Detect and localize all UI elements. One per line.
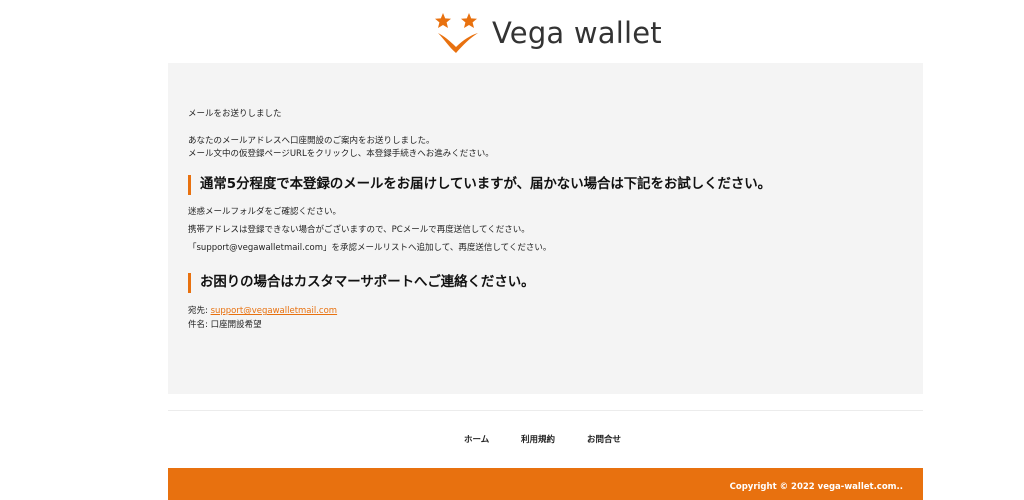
header: Vega wallet [0, 0, 1024, 62]
footer-link-terms[interactable]: 利用規約 [521, 433, 555, 445]
footer-link-home[interactable]: ホーム [464, 433, 489, 445]
brand-logo[interactable]: Vega wallet [432, 8, 662, 58]
heading-support: お困りの場合はカスタマーサポートへご連絡ください。 [188, 273, 535, 293]
footer-nav: ホーム 利用規約 お問合せ [0, 433, 1024, 447]
copyright-text: Copyright © 2022 vega-wallet.com.. [729, 482, 903, 492]
intro-line-2: メール文中の仮登録ページURLをクリックし、本登録手続きへお進みください。 [188, 149, 494, 159]
support-to-line: 宛先: support@vegawalletmail.com [188, 305, 337, 318]
support-subject-line: 件名: 口座開設希望 [188, 320, 262, 330]
footer-divider [168, 410, 923, 411]
intro-line-1: あなたのメールアドレスへ口座開設のご案内をお送りしました。 [188, 136, 435, 146]
heading-not-received: 通常5分程度で本登録のメールをお届けしていますが、届かない場合は下記をお試しくだ… [188, 175, 771, 195]
support-email-link[interactable]: support@vegawalletmail.com [211, 306, 338, 316]
footer-link-contact[interactable]: お問合せ [587, 433, 621, 445]
tip-spam-folder: 迷惑メールフォルダをご確認ください。 [188, 207, 342, 217]
copyright-bar: Copyright © 2022 vega-wallet.com.. [168, 468, 923, 500]
main-panel: メールをお送りしました あなたのメールアドレスへ口座開設のご案内をお送りしました… [168, 63, 923, 394]
to-label: 宛先: [188, 306, 211, 316]
sent-notice: メールをお送りしました [188, 109, 282, 119]
page: Vega wallet メールをお送りしました あなたのメールアドレスへ口座開設… [0, 0, 1024, 500]
tip-allowlist: 「support@vegawalletmail.com」を承認メールリストへ追加… [188, 243, 552, 253]
two-stars-v-mark-icon [435, 13, 478, 53]
tip-mobile-address: 携帯アドレスは登録できない場合がございますので、PCメールで再度送信してください… [188, 225, 530, 235]
brand-name: Vega wallet [492, 15, 662, 50]
